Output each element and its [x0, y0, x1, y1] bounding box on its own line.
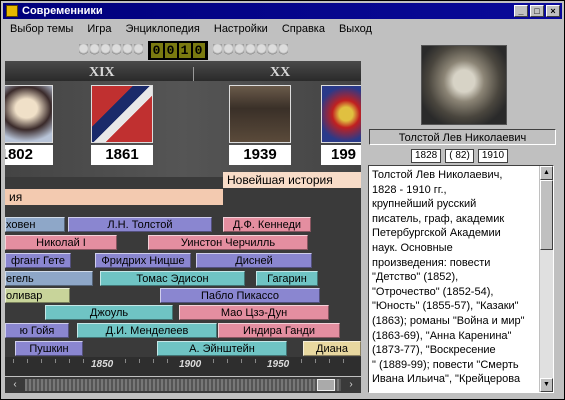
- window-title: Современники: [22, 5, 103, 17]
- person-bar[interactable]: егель: [5, 271, 93, 286]
- timeline-scrollbar[interactable]: ‹ ›: [5, 377, 361, 393]
- birth-year: 1828: [411, 149, 442, 163]
- person-bar[interactable]: Томас Эдисон: [100, 271, 245, 286]
- person-years: 1828 ( 82) 1910: [411, 149, 509, 163]
- era-bar[interactable]: ия: [5, 189, 223, 205]
- menu-settings[interactable]: Настройки: [207, 23, 275, 35]
- menu-exit[interactable]: Выход: [332, 23, 379, 35]
- year-label: 1861: [91, 145, 153, 165]
- person-bar[interactable]: Гагарин: [256, 271, 318, 286]
- biography-scrollbar[interactable]: ▲ ▼: [539, 166, 553, 392]
- maximize-button[interactable]: □: [530, 5, 544, 17]
- app-icon: [6, 5, 18, 17]
- person-bar[interactable]: оливар: [5, 288, 70, 303]
- timeline-panel[interactable]: 0 0 1 0 XIX XX 1802 1861 1939 199 ия Нов…: [5, 39, 361, 376]
- head-icon: [245, 43, 255, 57]
- emblem-image[interactable]: [321, 85, 361, 143]
- head-icon: [122, 43, 132, 57]
- year-label: 1802: [5, 145, 53, 165]
- head-icon: [256, 43, 266, 57]
- century-divider: [193, 67, 194, 81]
- person-age: ( 82): [445, 149, 474, 163]
- century-label: XIX: [89, 65, 115, 80]
- minimize-button[interactable]: _: [514, 5, 528, 17]
- head-icon: [278, 43, 288, 57]
- flag-image[interactable]: [91, 85, 153, 143]
- ruler-label: 1900: [179, 359, 202, 370]
- ruler-label: 1950: [267, 359, 290, 370]
- menu-encyclopedia[interactable]: Энциклопедия: [119, 23, 207, 35]
- person-bar[interactable]: фганг Гете: [5, 253, 71, 268]
- person-bar[interactable]: ю Гойя: [5, 323, 69, 338]
- close-button[interactable]: ×: [546, 5, 560, 17]
- counter-digit: 0: [164, 42, 177, 58]
- year-ruler: 1850 1900 1950: [5, 357, 361, 376]
- person-bar[interactable]: Пушкин: [15, 341, 83, 356]
- person-bar[interactable]: Фридрих Ницше: [95, 253, 191, 268]
- portrait-strip: 1802 1861 1939 199: [5, 81, 361, 177]
- title-bar: Современники _ □ ×: [3, 3, 562, 19]
- scroll-left-button[interactable]: ‹: [7, 378, 23, 392]
- portrait-image[interactable]: [5, 85, 53, 143]
- person-bar[interactable]: Индира Ганди: [218, 323, 340, 338]
- scroll-up-button[interactable]: ▲: [540, 166, 553, 180]
- century-label: XX: [270, 65, 291, 80]
- person-portrait: [421, 45, 507, 125]
- person-bar[interactable]: А. Эйнштейн: [157, 341, 287, 356]
- person-bar[interactable]: Дисней: [196, 253, 312, 268]
- year-label: 1939: [229, 145, 291, 165]
- menu-topic[interactable]: Выбор темы: [3, 23, 80, 35]
- scroll-track[interactable]: [25, 379, 341, 391]
- head-icon: [133, 43, 143, 57]
- counter-digits: 0 0 1 0: [147, 40, 208, 60]
- person-bar[interactable]: Пабло Пикассо: [160, 288, 320, 303]
- biography-box[interactable]: Толстой Лев Николаевич, 1828 - 1910 гг.,…: [368, 165, 554, 393]
- person-bar[interactable]: Д.И. Менделеев: [77, 323, 217, 338]
- head-icon: [111, 43, 121, 57]
- head-icon: [234, 43, 244, 57]
- biography-text: Толстой Лев Николаевич, 1828 - 1910 гг.,…: [372, 169, 525, 386]
- head-icon: [78, 43, 88, 57]
- person-name: Толстой Лев Николаевич: [369, 129, 556, 145]
- scroll-down-button[interactable]: ▼: [540, 378, 553, 392]
- head-icon: [89, 43, 99, 57]
- ruler-label: 1850: [91, 359, 114, 370]
- head-icon: [212, 43, 222, 57]
- menu-bar: Выбор темы Игра Энциклопедия Настройки С…: [3, 20, 562, 38]
- person-bar[interactable]: Д.Ф. Кеннеди: [223, 217, 311, 232]
- score-counter: 0 0 1 0: [5, 39, 361, 61]
- scroll-thumb[interactable]: [540, 180, 553, 250]
- person-bar[interactable]: ховен: [5, 217, 65, 232]
- person-bar[interactable]: Л.Н. Толстой: [68, 217, 212, 232]
- counter-digit: 0: [192, 42, 205, 58]
- app-window: Современники _ □ × Выбор темы Игра Энцик…: [0, 0, 565, 400]
- head-icon: [223, 43, 233, 57]
- head-icon: [267, 43, 277, 57]
- soldiers-image[interactable]: [229, 85, 291, 143]
- person-bar[interactable]: Мао Цзэ-Дун: [179, 305, 329, 320]
- year-label: 199: [321, 145, 361, 165]
- counter-digit: 0: [150, 42, 163, 58]
- scroll-right-button[interactable]: ›: [343, 378, 359, 392]
- person-bar[interactable]: Джоуль: [45, 305, 173, 320]
- era-bar[interactable]: Новейшая история: [223, 172, 361, 188]
- century-header: XIX XX: [5, 61, 361, 81]
- menu-game[interactable]: Игра: [80, 23, 118, 35]
- counter-digit: 1: [178, 42, 191, 58]
- person-bar[interactable]: Диана: [303, 341, 361, 356]
- head-icon: [100, 43, 110, 57]
- person-bar[interactable]: Уинстон Черчилль: [148, 235, 308, 250]
- death-year: 1910: [477, 149, 509, 163]
- person-bar[interactable]: Николай I: [5, 235, 117, 250]
- scroll-thumb[interactable]: [317, 379, 335, 391]
- menu-help[interactable]: Справка: [275, 23, 332, 35]
